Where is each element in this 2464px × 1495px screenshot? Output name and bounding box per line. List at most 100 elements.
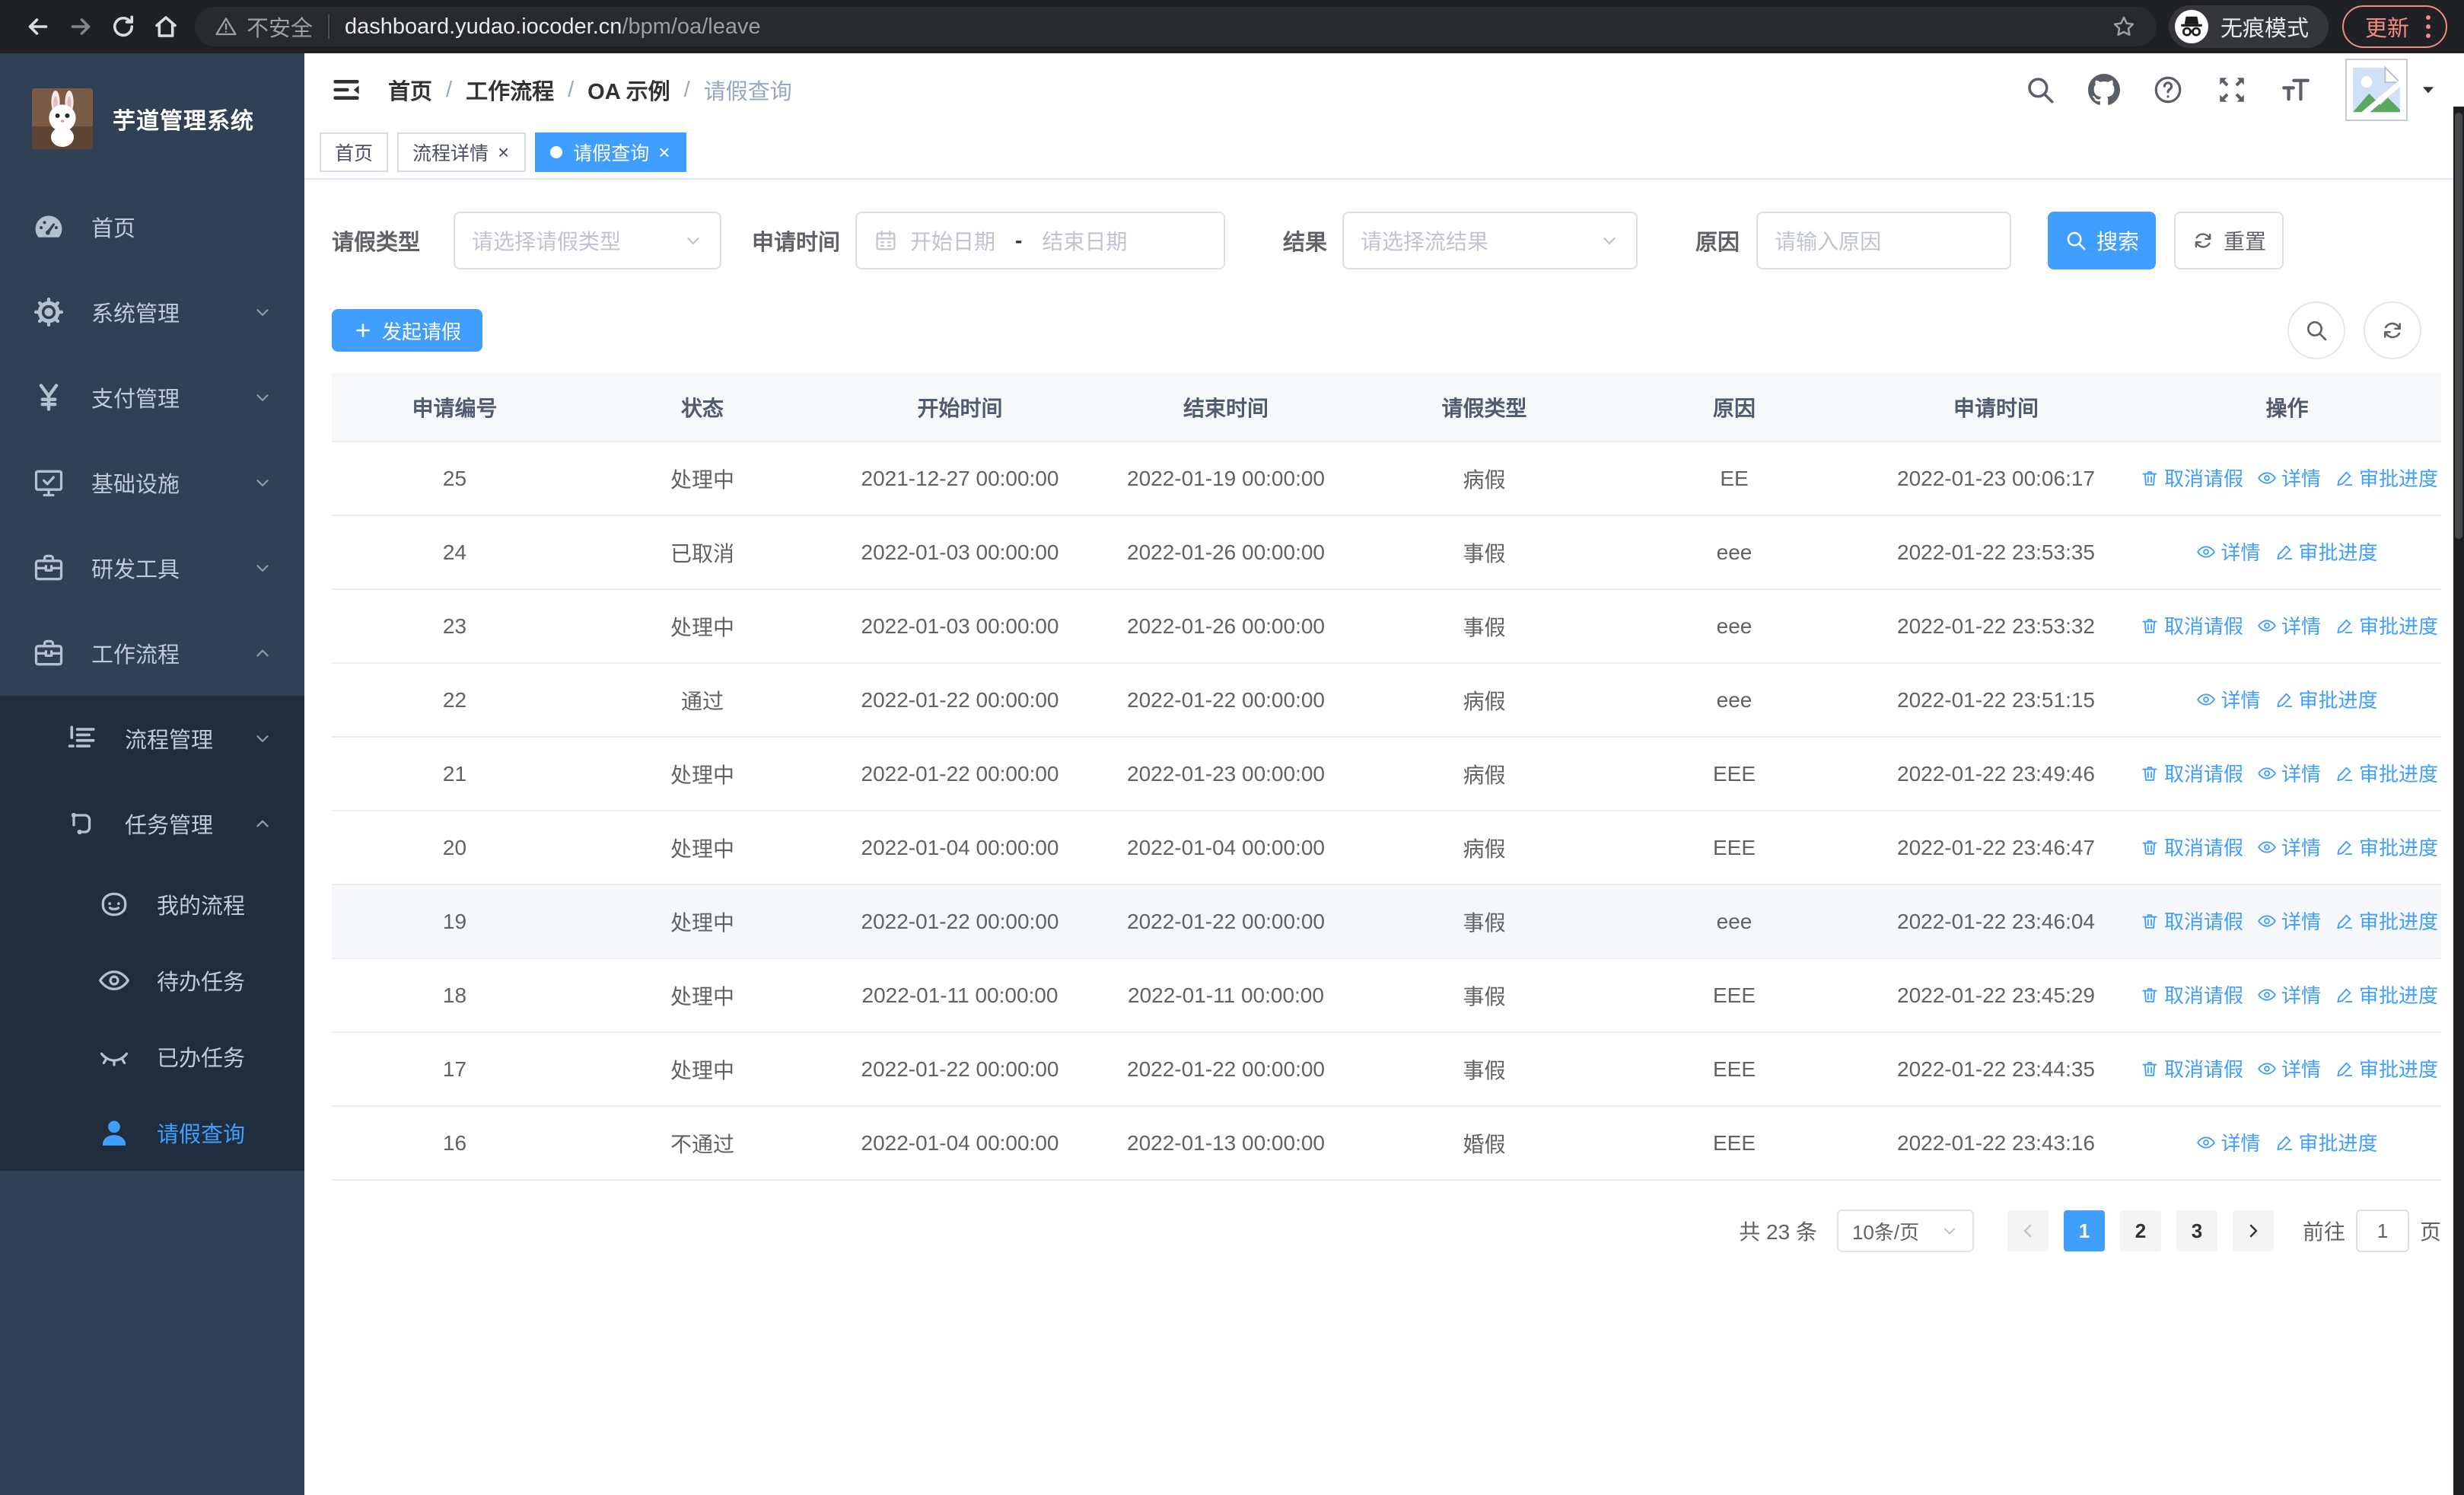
sidebar-collapse-icon[interactable] [330, 74, 362, 106]
table-cell: 处理中 [578, 1032, 827, 1107]
table-row: 19 处理中 2022-01-22 00:00:00 2022-01-22 00:00… [332, 885, 2441, 959]
progress-link[interactable]: 审批进度 [2275, 537, 2378, 566]
reset-button[interactable]: 重置 [2174, 212, 2284, 269]
scrollbar-thumb[interactable] [2455, 113, 2462, 539]
tag-close-icon[interactable]: × [496, 142, 511, 162]
address-bar[interactable]: 不安全 dashboard.yudao.iocoder.cn /bpm/oa/l… [195, 7, 2157, 46]
help-icon[interactable] [2152, 74, 2184, 106]
progress-link[interactable]: 审批进度 [2335, 907, 2438, 935]
sidebar-item-my-process[interactable]: 我的流程 [0, 866, 304, 942]
page-scrollbar[interactable] [2453, 107, 2464, 1495]
table-cell: 2022-01-22 00:00:00 [827, 1032, 1093, 1107]
page-button-3[interactable]: 3 [2176, 1210, 2217, 1251]
table-cell: eee [1609, 885, 1859, 959]
progress-link[interactable]: 审批进度 [2335, 980, 2438, 1009]
reason-label: 原因 [1695, 231, 1740, 255]
fullscreen-icon[interactable] [2216, 74, 2248, 106]
avatar[interactable] [2345, 59, 2408, 121]
breadcrumb-item[interactable]: 工作流程 [466, 74, 554, 106]
cancel-leave-link[interactable]: 取消请假 [2140, 611, 2243, 639]
github-icon[interactable] [2088, 74, 2120, 106]
toggle-search-button[interactable] [2287, 301, 2345, 359]
result-select[interactable]: 请选择流结果 [1342, 212, 1638, 269]
browser-menu-dots-icon[interactable] [2424, 14, 2432, 40]
detail-link[interactable]: 详情 [2257, 611, 2321, 639]
sidebar-item-home[interactable]: 首页 [0, 184, 304, 269]
sidebar-item-dev-tools[interactable]: 研发工具 [0, 525, 304, 610]
cancel-leave-link[interactable]: 取消请假 [2140, 907, 2243, 935]
detail-link[interactable]: 详情 [2257, 907, 2321, 935]
tag-请假查询[interactable]: 请假查询 × [535, 132, 687, 172]
sidebar-item-leave-query[interactable]: 请假查询 [0, 1095, 304, 1171]
cancel-leave-link[interactable]: 取消请假 [2140, 833, 2243, 861]
not-secure-warning-icon [215, 15, 237, 38]
progress-link[interactable]: 审批进度 [2275, 685, 2378, 713]
pen-icon [2335, 468, 2354, 488]
reason-input[interactable]: 请输入原因 [1756, 212, 2012, 269]
prev-page-button[interactable] [2007, 1210, 2049, 1251]
goto-page-input[interactable]: 1 [2355, 1210, 2409, 1252]
avatar-caret-down-icon[interactable] [2418, 80, 2438, 100]
browser-home-button[interactable] [145, 5, 187, 48]
browser-toolbar: 不安全 dashboard.yudao.iocoder.cn /bpm/oa/l… [0, 0, 2464, 53]
sidebar-item-system-management[interactable]: 系统管理 [0, 269, 304, 355]
search-icon[interactable] [2024, 74, 2056, 106]
detail-link[interactable]: 详情 [2196, 537, 2261, 566]
table-cell: 已取消 [578, 515, 827, 590]
detail-link[interactable]: 详情 [2257, 1054, 2321, 1082]
cancel-leave-link[interactable]: 取消请假 [2140, 759, 2243, 787]
progress-link[interactable]: 审批进度 [2335, 759, 2438, 787]
detail-link[interactable]: 详情 [2257, 759, 2321, 787]
progress-link[interactable]: 审批进度 [2275, 1128, 2378, 1156]
create-leave-button[interactable]: 发起请假 [332, 309, 483, 352]
cancel-leave-link[interactable]: 取消请假 [2140, 464, 2243, 492]
page-button-2[interactable]: 2 [2119, 1210, 2161, 1251]
sidebar-item-todo-tasks[interactable]: 待办任务 [0, 942, 304, 1018]
page-size-select[interactable]: 10条/页 [1836, 1210, 1974, 1252]
sidebar-item-infrastructure[interactable]: 基础设施 [0, 440, 304, 525]
chevron-down-icon [1940, 1222, 1959, 1240]
browser-back-button[interactable] [17, 5, 59, 48]
app-title: 芋道管理系统 [113, 109, 254, 134]
sidebar-item-task-management[interactable]: 任务管理 [0, 781, 304, 866]
end-date-placeholder: 结束日期 [1042, 230, 1128, 253]
refresh-table-button[interactable] [2364, 301, 2421, 359]
next-page-button[interactable] [2232, 1210, 2274, 1251]
sidebar-item-payment-management[interactable]: 支付管理 [0, 355, 304, 440]
progress-link[interactable]: 审批进度 [2335, 1054, 2438, 1082]
progress-link[interactable]: 审批进度 [2335, 611, 2438, 639]
page-button-1[interactable]: 1 [2063, 1210, 2105, 1251]
browser-forward-button[interactable] [59, 5, 102, 48]
detail-link[interactable]: 详情 [2196, 685, 2261, 713]
browser-reload-button[interactable] [102, 5, 145, 48]
sidebar-item-label: 系统管理 [91, 302, 180, 327]
tag-流程详情[interactable]: 流程详情 × [397, 132, 527, 172]
table-cell: 2022-01-19 00:00:00 [1093, 441, 1359, 516]
browser-update-button[interactable]: 更新 [2341, 5, 2447, 48]
sidebar-item-workflow[interactable]: 工作流程 [0, 610, 304, 696]
detail-link[interactable]: 详情 [2257, 464, 2321, 492]
table-cell: 2022-01-11 00:00:00 [827, 958, 1093, 1033]
tag-首页[interactable]: 首页 [320, 132, 389, 172]
breadcrumb-item[interactable]: 首页 [388, 74, 432, 106]
sidebar-item-label: 待办任务 [157, 971, 246, 995]
column-header: 状态 [578, 373, 827, 442]
cancel-leave-link[interactable]: 取消请假 [2140, 980, 2243, 1009]
breadcrumb-item[interactable]: OA 示例 [587, 74, 670, 106]
tag-close-icon[interactable]: × [657, 142, 671, 162]
sidebar-logo[interactable]: 芋道管理系统 [0, 53, 304, 184]
progress-link[interactable]: 审批进度 [2335, 464, 2438, 492]
detail-link[interactable]: 详情 [2257, 833, 2321, 861]
apply-time-range-picker[interactable]: 开始日期 - 结束日期 [855, 212, 1226, 269]
font-size-icon[interactable] [2280, 74, 2312, 106]
detail-link[interactable]: 详情 [2196, 1128, 2261, 1156]
search-button[interactable]: 搜索 [2048, 212, 2157, 269]
leave-type-select[interactable]: 请选择请假类型 [454, 212, 722, 269]
sidebar-item-done-tasks[interactable]: 已办任务 [0, 1018, 304, 1095]
active-tag-dot [550, 146, 563, 158]
progress-link[interactable]: 审批进度 [2335, 833, 2438, 861]
bookmark-star-icon[interactable] [2111, 14, 2137, 40]
cancel-leave-link[interactable]: 取消请假 [2140, 1054, 2243, 1082]
detail-link[interactable]: 详情 [2257, 980, 2321, 1009]
sidebar-item-process-management[interactable]: 流程管理 [0, 696, 304, 781]
